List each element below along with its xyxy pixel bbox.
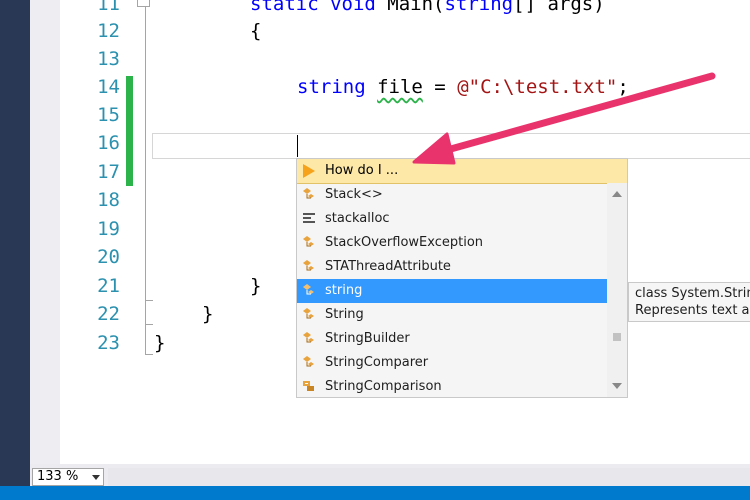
annotation-arrow-icon — [412, 72, 716, 165]
